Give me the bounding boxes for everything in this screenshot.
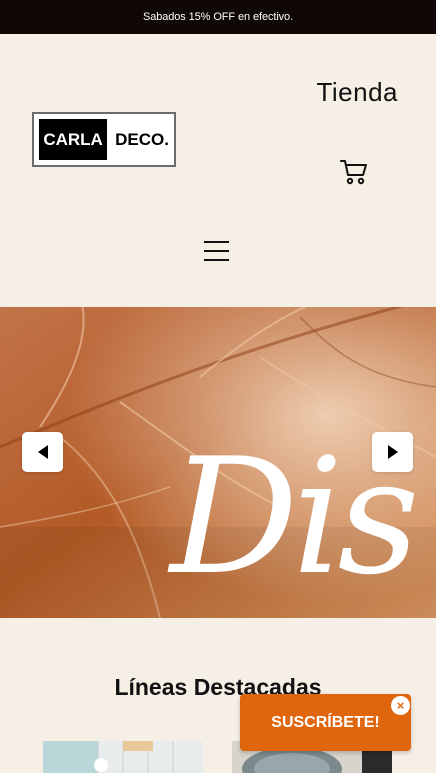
site-header [0,34,436,306]
subscribe-button[interactable]: SUSCRÍBETE! [240,694,411,751]
nav-link-tienda[interactable]: Tienda [316,77,398,108]
announcement-text: Sabados 15% OFF en efectivo. [142,11,294,23]
logo-primary-text: CARLA [39,119,108,160]
slider-prev-button[interactable] [22,432,63,472]
featured-line-card[interactable] [43,741,203,773]
site-logo[interactable]: CARLA DECO. [32,112,176,167]
close-icon[interactable]: × [391,696,410,715]
logo-secondary-text: DECO. [115,129,169,149]
hamburger-menu-icon[interactable] [204,240,229,262]
chevron-right-icon [387,445,398,459]
chevron-left-icon [37,445,48,459]
slider-next-button[interactable] [372,432,413,472]
cart-icon[interactable] [339,156,369,186]
announcement-bar: Sabados 15% OFF en efectivo. [0,0,436,34]
hero-slider: Dis [0,307,436,618]
